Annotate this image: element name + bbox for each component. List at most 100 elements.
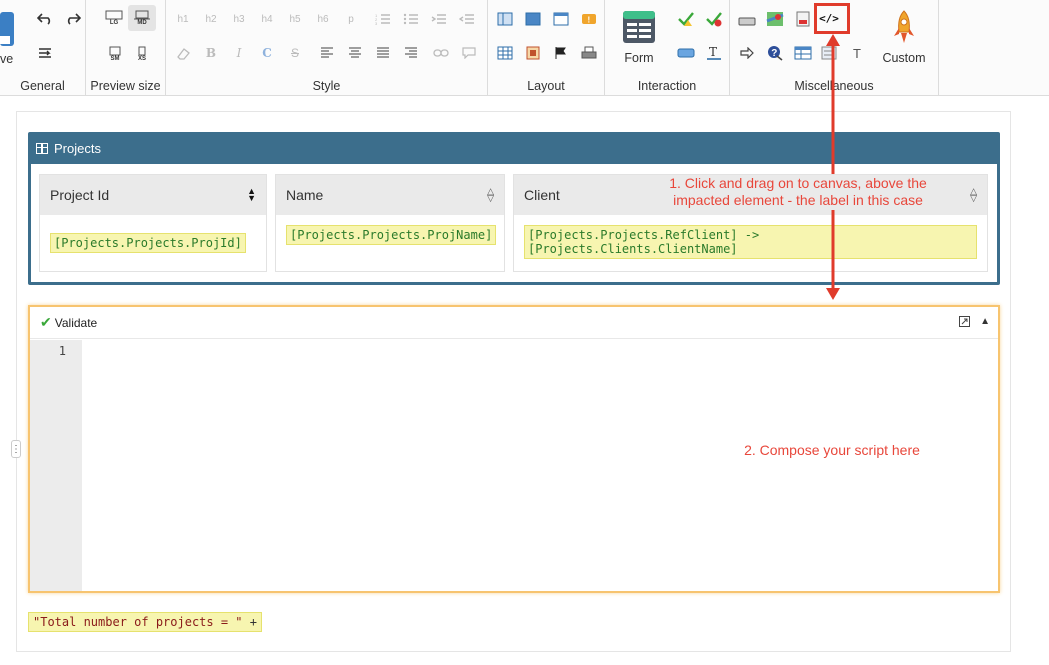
group-style: h1 h2 h3 h4 h5 h6 p 123 B I C S Style — [166, 0, 488, 96]
window-icon[interactable] — [550, 8, 572, 30]
indent-icon[interactable] — [428, 8, 450, 30]
column-header-label: Name — [286, 187, 324, 203]
preview-lg-button[interactable]: LG — [102, 6, 126, 30]
rocket-icon — [894, 10, 914, 43]
help-icon[interactable]: ? — [764, 42, 786, 64]
save-button[interactable] — [0, 10, 14, 48]
report-icon[interactable] — [522, 42, 544, 64]
sort-icon[interactable]: △ ▽ — [970, 187, 977, 203]
redo-icon[interactable] — [62, 8, 84, 30]
save-icon — [0, 12, 14, 46]
code-area[interactable] — [82, 340, 998, 591]
preview-sm-label: SM — [110, 56, 120, 62]
heading-h3-button[interactable]: h3 — [228, 8, 250, 30]
column-header-label: Client — [524, 187, 560, 203]
grid-icon[interactable] — [792, 42, 814, 64]
alert-icon[interactable]: ! — [578, 8, 600, 30]
link-icon[interactable] — [430, 42, 452, 64]
button-widget-icon[interactable] — [675, 42, 697, 64]
paragraph-button[interactable]: p — [340, 8, 362, 30]
label-expression-operator: + — [249, 615, 257, 629]
field-chip[interactable]: [Projects.Projects.ProjName] — [286, 225, 497, 245]
arrow-right-icon[interactable] — [736, 42, 758, 64]
column-header[interactable]: Name △ ▽ — [276, 175, 504, 215]
sort-icon[interactable]: ▲ ▼ — [247, 187, 256, 203]
tablet-icon — [109, 46, 121, 56]
column-project-id[interactable]: Project Id ▲ ▼ [Projects.Projects.ProjId] — [39, 174, 267, 272]
laptop-icon — [134, 10, 150, 20]
align-left-icon[interactable] — [316, 42, 338, 64]
code-icon-highlight — [814, 3, 850, 34]
column-header[interactable]: Project Id ▲ ▼ — [40, 175, 266, 215]
flag-icon[interactable] — [550, 42, 572, 64]
form-icon — [623, 11, 655, 43]
preview-xs-label: XS — [137, 56, 146, 62]
group-label-preview-size: Preview size — [90, 79, 161, 93]
heading-h4-button[interactable]: h4 — [256, 8, 278, 30]
heading-h2-button[interactable]: h2 — [200, 8, 222, 30]
comment-icon[interactable] — [458, 42, 480, 64]
column-cell: [Projects.Projects.RefClient] -> [Projec… — [514, 215, 987, 269]
drag-handle-icon[interactable]: ⋮ — [11, 440, 21, 458]
group-layout: ! Layout — [488, 0, 605, 96]
validate-button[interactable]: Validate — [55, 316, 97, 330]
outdent-icon[interactable] — [456, 8, 478, 30]
map-icon[interactable] — [764, 8, 786, 30]
group-interaction: Form T Interaction — [605, 0, 730, 96]
annotation-step-1: 1. Click and drag on to canvas, above th… — [669, 175, 927, 208]
bullet-list-icon[interactable] — [400, 8, 422, 30]
table-icon[interactable] — [494, 42, 516, 64]
annotation-arrow — [826, 34, 840, 300]
svg-text:T: T — [709, 45, 717, 59]
color-icon[interactable]: C — [256, 42, 278, 64]
column-cell: [Projects.Projects.ProjName] — [276, 215, 504, 255]
sort-icon[interactable]: △ ▽ — [487, 187, 494, 203]
heading-h6-button[interactable]: h6 — [312, 8, 334, 30]
line-number: 1 — [58, 344, 66, 358]
field-chip[interactable]: [Projects.Projects.ProjId] — [50, 233, 246, 253]
custom-button[interactable]: Custom — [876, 8, 932, 66]
document-icon[interactable] — [792, 8, 814, 30]
label-expression-chip[interactable]: "Total number of projects = " + — [28, 612, 262, 632]
columns-icon[interactable] — [494, 8, 516, 30]
collapse-icon[interactable]: ▲ — [980, 316, 990, 327]
bold-button[interactable]: B — [200, 42, 222, 64]
validate-error-icon[interactable] — [703, 8, 725, 30]
ordered-list-icon[interactable]: 123 — [372, 8, 394, 30]
editor-actions: ▲ — [959, 316, 990, 327]
print-icon[interactable] — [578, 42, 600, 64]
svg-text:3: 3 — [375, 21, 378, 26]
svg-text:?: ? — [771, 48, 777, 59]
eraser-icon[interactable] — [172, 42, 194, 64]
strike-button[interactable]: S — [284, 42, 306, 64]
column-name[interactable]: Name △ ▽ [Projects.Projects.ProjName] — [275, 174, 505, 272]
align-center-icon[interactable] — [344, 42, 366, 64]
form-button[interactable]: Form — [619, 8, 659, 66]
textfield-icon[interactable]: T — [703, 42, 725, 64]
checkmark-icon: ✔ — [40, 314, 52, 330]
panel-icon[interactable] — [522, 8, 544, 30]
align-right-icon[interactable] — [400, 42, 422, 64]
monitor-icon — [105, 10, 123, 20]
align-justify-icon[interactable] — [372, 42, 394, 64]
preview-xs-button[interactable]: XS — [131, 42, 153, 66]
table-icon — [36, 142, 48, 154]
keyboard-icon[interactable] — [736, 10, 758, 32]
wrap-icon[interactable] — [34, 42, 56, 64]
italic-button[interactable]: I — [228, 42, 250, 64]
label-expression-text: "Total number of projects = " — [33, 615, 243, 629]
group-label-general: General — [20, 79, 65, 93]
validate-warning-icon[interactable] — [675, 8, 697, 30]
heading-h5-button[interactable]: h5 — [284, 8, 306, 30]
expand-icon[interactable] — [959, 316, 971, 327]
preview-md-label: MD — [137, 20, 147, 26]
group-general: ve General — [0, 0, 86, 96]
editor-toolbar: ✔ Validate ▲ — [30, 307, 998, 339]
heading-h1-button[interactable]: h1 — [172, 8, 194, 30]
field-chip[interactable]: [Projects.Projects.RefClient] -> [Projec… — [524, 225, 977, 259]
text-widget-button[interactable]: T — [846, 42, 868, 64]
undo-icon[interactable] — [34, 8, 56, 30]
svg-text:!: ! — [588, 16, 591, 25]
preview-md-button[interactable]: MD — [128, 5, 156, 31]
preview-sm-button[interactable]: SM — [104, 42, 126, 66]
